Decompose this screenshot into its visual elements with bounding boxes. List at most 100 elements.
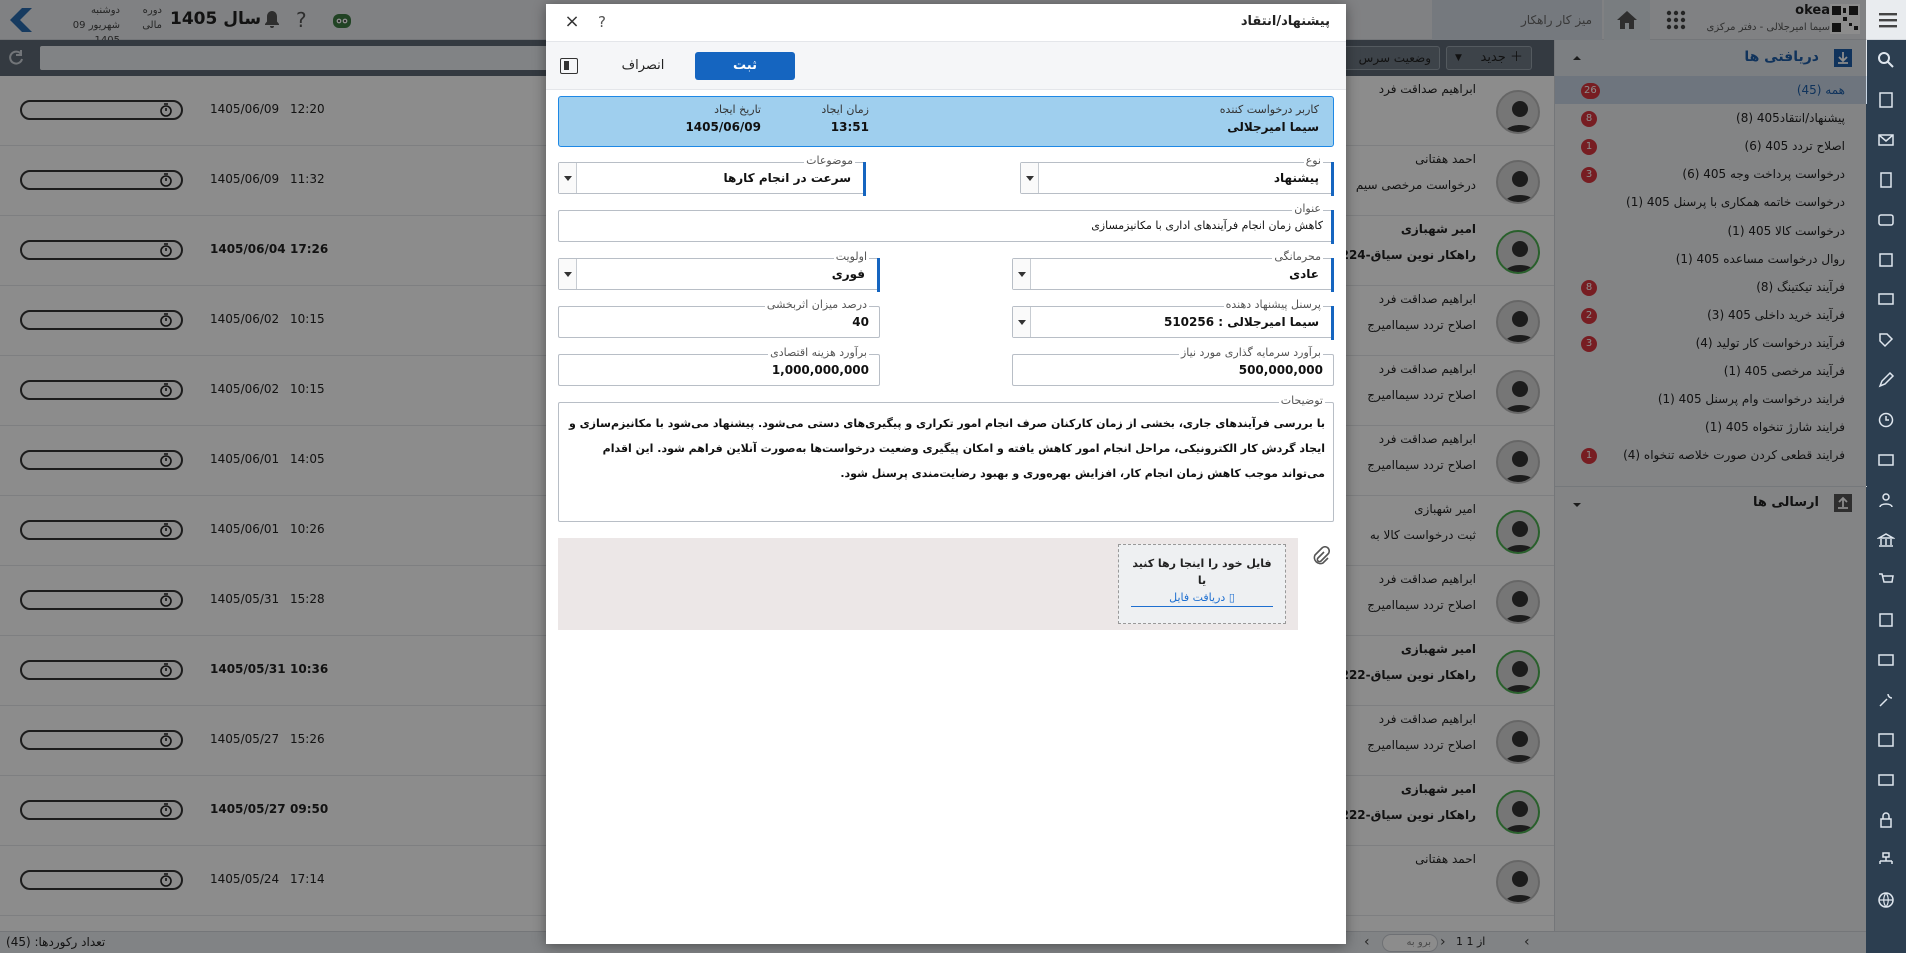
person-icon (1879, 493, 1893, 508)
privacy-select[interactable]: محرمانگی عادی (1012, 250, 1334, 292)
suggestion-dialog: پیشنهاد/انتقاد × ? ثبت انصراف کاربر درخو… (546, 4, 1346, 944)
rail-item-12[interactable] (1866, 520, 1906, 560)
requester-label: کاربر درخواست کننده (1219, 103, 1319, 116)
tag-icon (1879, 333, 1894, 348)
description-label: توضیحات (1278, 394, 1325, 408)
cost-value: 1,000,000,000 (771, 363, 869, 377)
rail-item-7[interactable] (1866, 320, 1906, 360)
dialog-toolbar: ثبت انصراف (546, 42, 1346, 90)
chevron-down-icon[interactable] (1021, 163, 1039, 193)
side-panel-toggle-icon[interactable] (560, 58, 578, 74)
money-icon (1878, 774, 1894, 786)
bank-icon (1877, 533, 1895, 547)
cost-field[interactable]: برآورد هزینه اقتصادی 1,000,000,000 (558, 346, 880, 386)
chevron-down-icon[interactable] (559, 163, 577, 193)
chevron-down-icon[interactable] (1013, 307, 1031, 337)
investment-value: 500,000,000 (1238, 363, 1323, 377)
cart-icon (1879, 573, 1894, 583)
or-text: یا (1197, 574, 1207, 587)
title-field[interactable]: عنوان کاهش زمان انجام فرآیندهای اداری با… (558, 202, 1334, 244)
requester-value: سیما امیرجلالی (1227, 120, 1319, 134)
chevron-down-icon[interactable] (1013, 259, 1031, 289)
menu-icon[interactable] (1876, 8, 1900, 32)
rail-item-18[interactable] (1866, 760, 1906, 800)
rail-item-13[interactable] (1866, 560, 1906, 600)
description-value: با بررسی فرآیندهای جاری، بخشی از زمان کا… (568, 417, 1325, 480)
effectiveness-label: درصد میزان اثربخشی (764, 298, 869, 312)
type-label: نوع (1303, 154, 1323, 168)
title-label: عنوان (1292, 202, 1323, 216)
calculator-icon (1880, 172, 1892, 188)
investment-label: برآورد سرمایه گذاری مورد نیاز (1178, 346, 1323, 360)
rail-item-6[interactable] (1866, 280, 1906, 320)
monitor-icon (1878, 293, 1894, 305)
dialog-header: پیشنهاد/انتقاد × ? (546, 4, 1346, 42)
created-time-value: 13:51 (830, 120, 869, 134)
search-icon (1878, 52, 1894, 68)
rail-item-5[interactable] (1866, 240, 1906, 280)
rail-item-2[interactable] (1866, 120, 1906, 160)
wrench-icon (1879, 693, 1893, 707)
created-date-value: 1405/06/09 (685, 120, 761, 134)
created-date-label: تاریخ ایجاد (714, 103, 761, 116)
effectiveness-value: 40 (852, 315, 869, 329)
effectiveness-field[interactable]: درصد میزان اثربخشی 40 (558, 298, 880, 338)
lock-icon (1880, 812, 1892, 828)
topics-select[interactable]: موضوعات سرعت در انجام کارها (558, 154, 866, 196)
investment-field[interactable]: برآورد سرمایه گذاری مورد نیاز 500,000,00… (1012, 346, 1334, 386)
receive-file-link[interactable]: دریافت فایل ▯ (1131, 591, 1273, 607)
description-field[interactable]: توضیحات با بررسی فرآیندهای جاری، بخشی از… (558, 394, 1334, 522)
paperclip-icon[interactable] (1310, 546, 1330, 566)
chevron-down-icon[interactable] (559, 259, 577, 289)
mail-icon (1878, 134, 1894, 146)
sitemap-icon (1879, 852, 1893, 864)
rail-item-1[interactable] (1866, 80, 1906, 120)
privacy-label: محرمانگی (1272, 250, 1323, 264)
topics-label: موضوعات (804, 154, 855, 168)
rail-item-3[interactable] (1866, 160, 1906, 200)
receive-file-label: دریافت فایل (1169, 591, 1226, 604)
priority-value: فوری (831, 267, 865, 281)
rail-globe[interactable] (1866, 880, 1906, 920)
app-root: دوشنبه 09 شهریور 1405 دوره مالی سال 1405… (0, 0, 1906, 953)
rail-item-10[interactable] (1866, 440, 1906, 480)
proposer-select[interactable]: پرسنل پیشنهاد دهنده 510256 : سیما امیرجل… (1012, 298, 1334, 340)
rail-item-8[interactable] (1866, 360, 1906, 400)
help-icon[interactable]: ? (598, 13, 606, 31)
save-button[interactable]: ثبت (695, 52, 795, 80)
dialog-title: پیشنهاد/انتقاد (1240, 14, 1330, 29)
rail-item-20[interactable] (1866, 840, 1906, 880)
pen-icon (1878, 371, 1895, 388)
drop-text: فایل خود را اینجا رها کنید (1132, 557, 1272, 570)
card-icon (1878, 214, 1894, 226)
report-icon (1879, 92, 1893, 108)
file-drop-zone[interactable]: فایل خود را اینجا رها کنید یا دریافت فای… (1118, 544, 1286, 624)
type-select[interactable]: نوع پیشنهاد (1020, 154, 1334, 196)
priority-select[interactable]: اولویت فوری (558, 250, 880, 292)
cancel-button[interactable]: انصراف (598, 52, 688, 80)
rail-item-19[interactable] (1866, 800, 1906, 840)
rail-item-16[interactable] (1866, 680, 1906, 720)
file-door-icon: ▯ (1228, 591, 1235, 604)
box-icon (1879, 253, 1893, 267)
privacy-value: عادی (1289, 267, 1319, 281)
close-icon[interactable]: × (564, 13, 580, 31)
id-card-icon (1878, 454, 1894, 466)
rail-item-9[interactable] (1866, 400, 1906, 440)
rail-item-15[interactable] (1866, 640, 1906, 680)
rail-item-17[interactable] (1866, 720, 1906, 760)
rail-search[interactable] (1866, 40, 1906, 80)
clock-icon (1878, 412, 1894, 428)
attachment-area: فایل خود را اینجا رها کنید یا دریافت فای… (558, 538, 1330, 630)
rail-item-4[interactable] (1866, 200, 1906, 240)
topics-value: سرعت در انجام کارها (723, 171, 851, 185)
type-value: پیشنهاد (1273, 171, 1319, 185)
rail-item-11[interactable] (1866, 480, 1906, 520)
priority-label: اولویت (833, 250, 869, 264)
chart-icon (1878, 733, 1894, 747)
proposer-label: پرسنل پیشنهاد دهنده (1223, 298, 1323, 312)
rail-item-14[interactable] (1866, 600, 1906, 640)
globe-icon (1878, 892, 1894, 908)
title-value: کاهش زمان انجام فرآیندهای اداری با مکانی… (1091, 219, 1323, 232)
side-rail (1866, 40, 1906, 953)
